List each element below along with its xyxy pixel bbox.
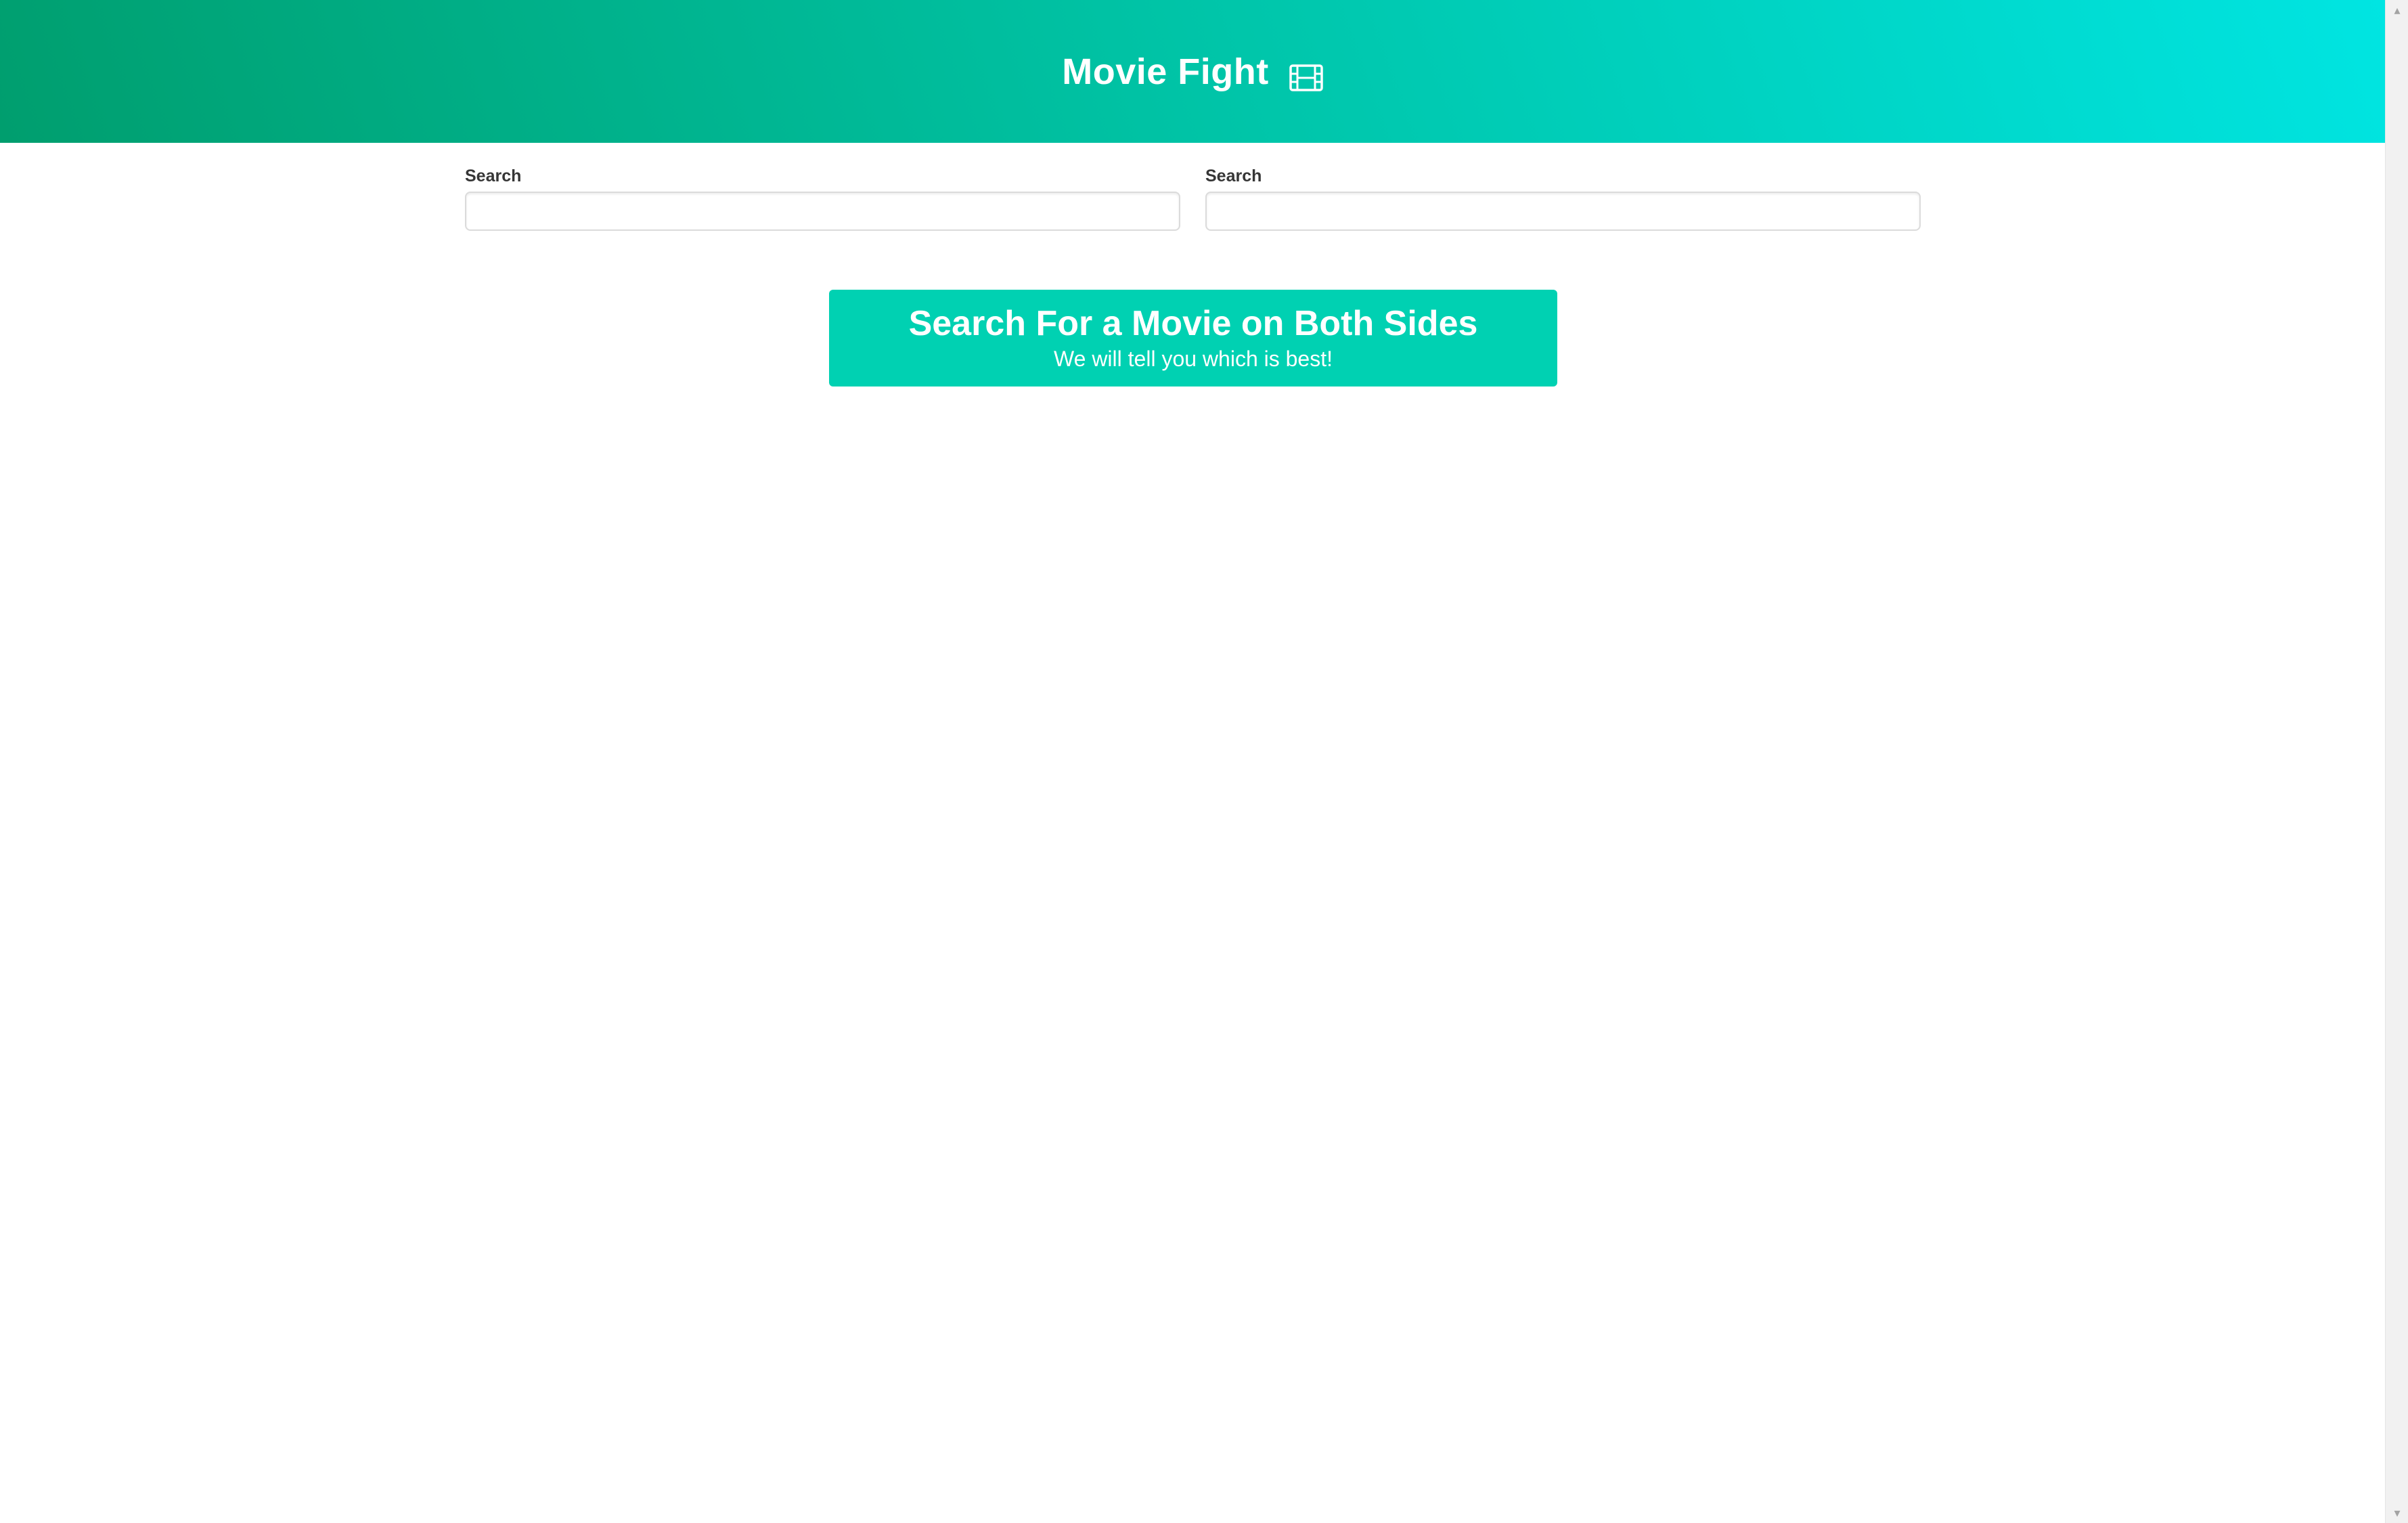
app-title: Movie Fight [1062,51,1269,92]
left-search-label: Search [465,167,522,185]
hero-header: Movie Fight [0,0,2385,143]
right-search-field: Search [1205,167,1921,231]
vertical-scrollbar[interactable]: ▴ ▾ [2385,0,2408,1523]
scroll-up-arrow-icon[interactable]: ▴ [2386,0,2408,20]
page: Movie Fight Search Search Search For a M… [0,0,2408,1523]
tutorial-banner: Search For a Movie on Both Sides We will… [829,290,1557,387]
tutorial-title: Search For a Movie on Both Sides [908,304,1478,344]
right-search-label: Search [1205,167,1262,185]
right-search-input[interactable] [1205,192,1921,231]
film-icon [1289,58,1323,91]
left-search-field: Search [465,167,1180,231]
scroll-down-arrow-icon[interactable]: ▾ [2386,1503,2408,1523]
left-search-input[interactable] [465,192,1180,231]
tutorial-subtitle: We will tell you which is best! [1054,346,1333,371]
app-title-container: Movie Fight [1062,51,1323,93]
